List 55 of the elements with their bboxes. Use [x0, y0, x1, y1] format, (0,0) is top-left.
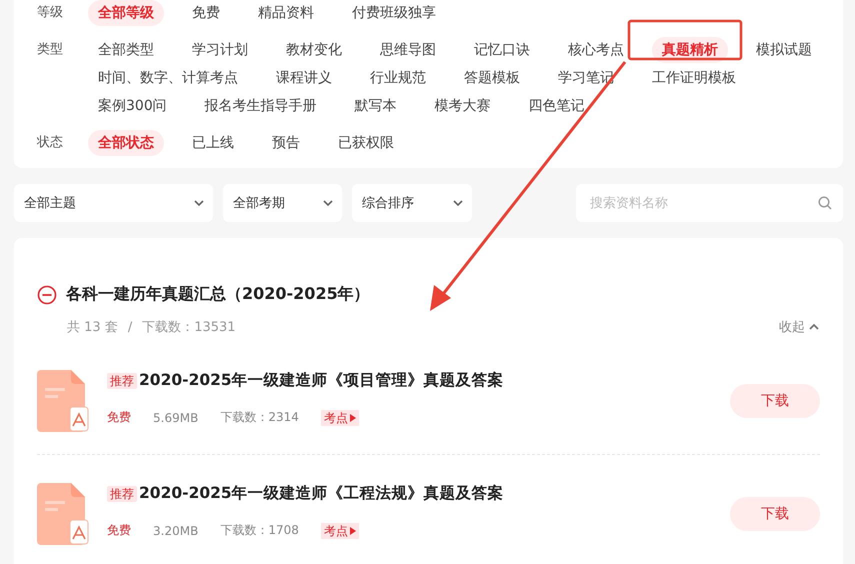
filter-option[interactable]: 行业规范	[360, 65, 436, 91]
filter-option[interactable]: 精品资料	[248, 0, 324, 26]
filter-option[interactable]: 已获权限	[328, 130, 404, 156]
filter-option[interactable]: 思维导图	[370, 37, 446, 63]
recommend-tag: 推荐	[107, 486, 137, 502]
dropdown[interactable]: 综合排序	[352, 184, 472, 222]
pdf-file-icon	[37, 483, 89, 545]
filter-option[interactable]: 模考大赛	[424, 93, 501, 119]
download-count: 下载数：13531	[142, 319, 236, 336]
file-size: 3.20MB	[153, 524, 198, 538]
pdf-file-icon	[37, 370, 89, 432]
filter-option[interactable]: 默写本	[344, 93, 407, 119]
recommend-tag: 推荐	[107, 372, 137, 388]
dropdown[interactable]: 全部主题	[14, 184, 213, 222]
separator: /	[128, 320, 132, 334]
file-title[interactable]: 2020-2025年一级建造师《项目管理》真题及答案	[139, 370, 504, 391]
filter-label: 状态	[37, 134, 64, 152]
filter-option[interactable]: 免费	[182, 0, 230, 26]
collapse-icon[interactable]	[37, 284, 57, 304]
price-label: 免费	[107, 409, 131, 426]
group-title: 各科一建历年真题汇总（2020-2025年）	[66, 284, 370, 305]
filter-option[interactable]: 四色笔记	[518, 93, 595, 119]
dropdown[interactable]: 全部考期	[223, 184, 342, 222]
filter-option[interactable]: 教材变化	[276, 37, 352, 63]
filter-option[interactable]: 全部状态	[88, 130, 164, 156]
topic-badge[interactable]: 考点	[320, 410, 359, 426]
filter-option[interactable]: 全部等级	[88, 0, 164, 26]
search-icon	[818, 196, 832, 210]
filter-option[interactable]: 工作证明模板	[642, 65, 746, 91]
topic-badge[interactable]: 考点	[320, 522, 359, 538]
filter-option[interactable]: 时间、数字、计算考点	[88, 65, 248, 91]
filter-option[interactable]: 答题模板	[454, 65, 530, 91]
filter-option[interactable]: 核心考点	[558, 37, 634, 63]
download-button[interactable]: 下载	[730, 384, 820, 418]
collapse-button[interactable]: 收起	[779, 318, 820, 336]
filter-option[interactable]: 付费班级独享	[342, 0, 446, 26]
search-field[interactable]: 搜索资料名称	[576, 184, 843, 222]
filter-option[interactable]: 课程讲义	[266, 65, 342, 91]
set-count: 共 13 套	[67, 319, 118, 336]
file-size: 5.69MB	[153, 410, 198, 424]
download-button[interactable]: 下载	[730, 497, 820, 531]
filter-option[interactable]: 全部类型	[88, 37, 164, 63]
filter-option[interactable]: 记忆口诀	[464, 37, 540, 63]
filter-label: 类型	[37, 41, 64, 59]
download-count: 下载数：1708	[220, 522, 299, 539]
filter-option[interactable]: 案例300问	[88, 93, 177, 119]
filter-option[interactable]: 已上线	[182, 130, 244, 156]
filter-option[interactable]: 模拟试题	[746, 37, 822, 63]
price-label: 免费	[107, 522, 131, 539]
filter-option[interactable]: 报名考生指导手册	[194, 93, 327, 119]
download-count: 下载数：2314	[220, 409, 299, 426]
filter-label: 等级	[37, 4, 64, 22]
filter-option[interactable]: 预告	[262, 130, 310, 156]
filter-option[interactable]: 学习计划	[182, 37, 258, 63]
file-title[interactable]: 2020-2025年一级建造师《工程法规》真题及答案	[139, 483, 504, 504]
